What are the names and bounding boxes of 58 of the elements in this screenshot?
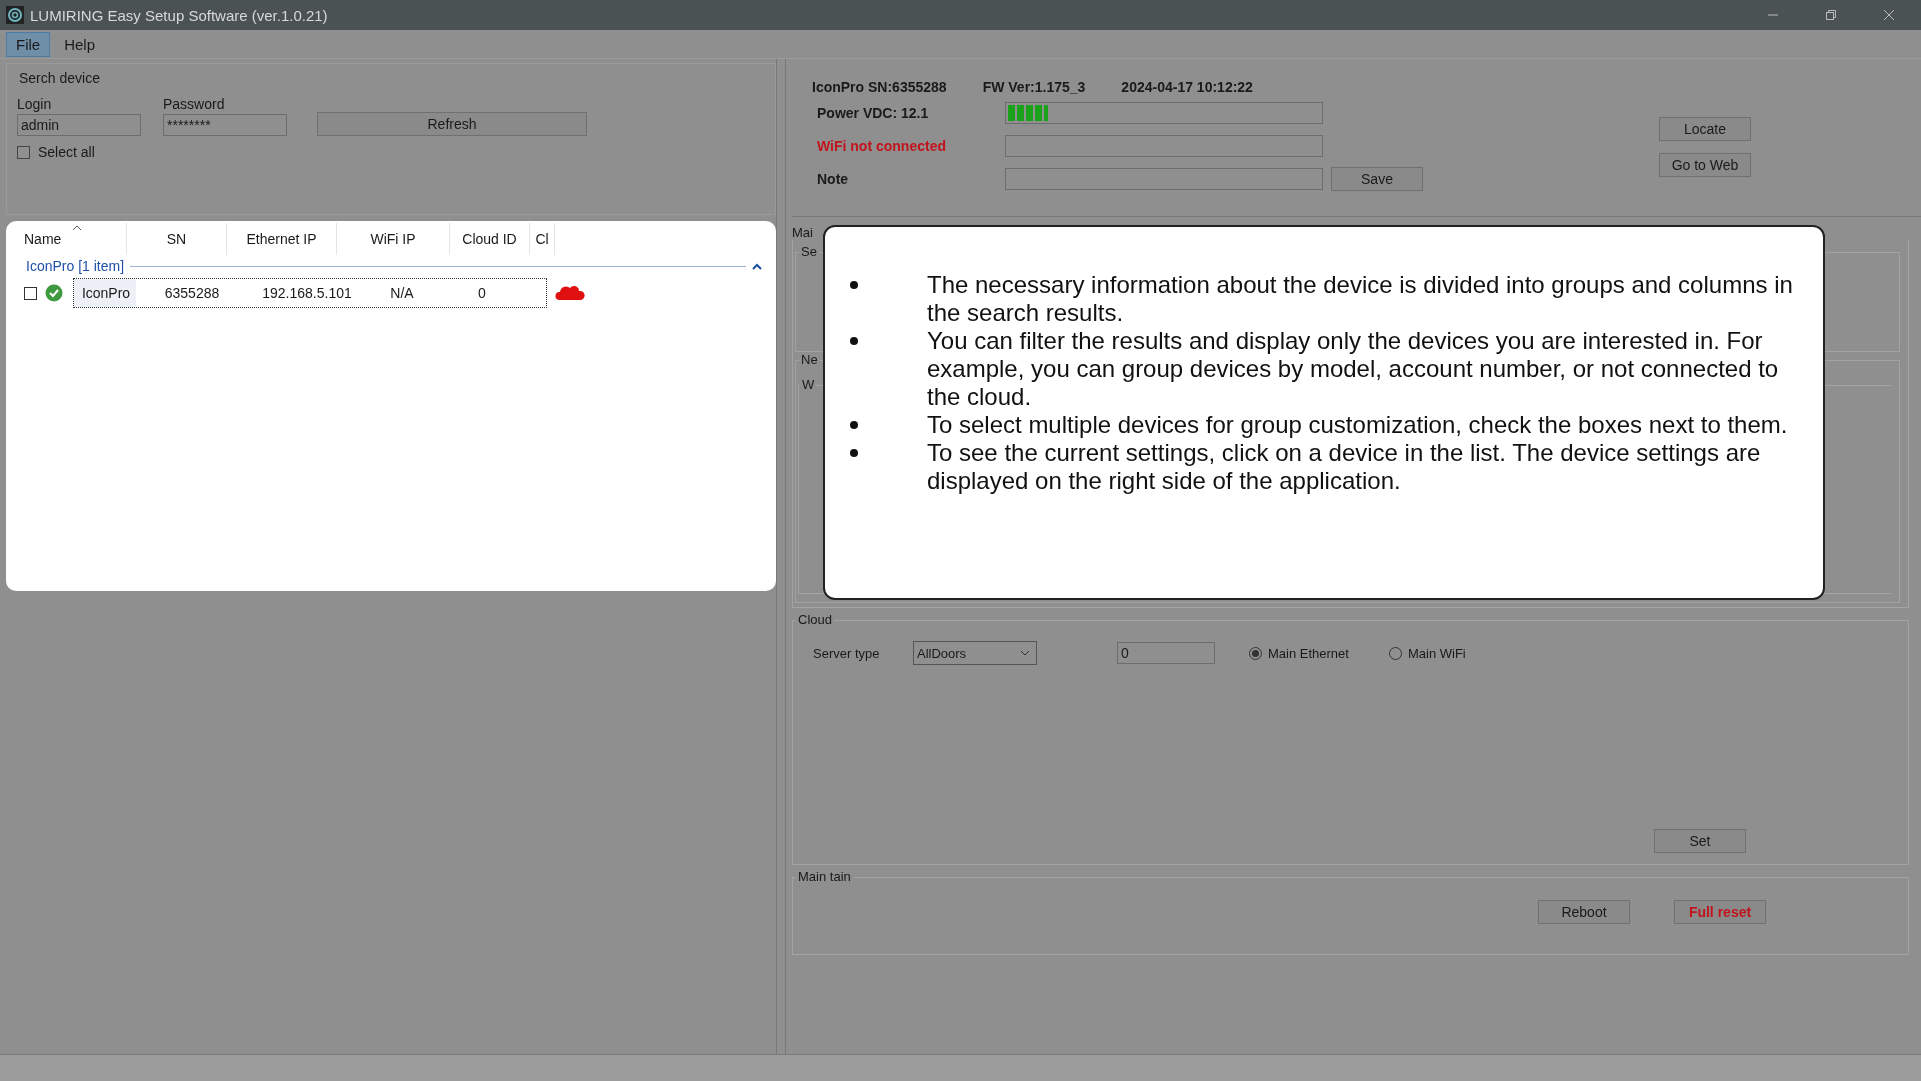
help-bullet: To select multiple devices for group customization, check the boxes next to them. bbox=[825, 411, 1797, 439]
note-field[interactable] bbox=[1005, 167, 1323, 190]
datetime-label: 2024-04-17 10:12:22 bbox=[1121, 79, 1253, 95]
radio-option[interactable]: Main WiFi bbox=[1388, 645, 1466, 661]
cloud-id-field[interactable]: 0 bbox=[1117, 642, 1215, 664]
save-button[interactable]: Save bbox=[1331, 166, 1423, 191]
table-cell-text: N/A bbox=[389, 285, 415, 301]
wifi-field[interactable] bbox=[1005, 134, 1323, 157]
checkbox[interactable] bbox=[17, 145, 30, 159]
row-checkbox[interactable] bbox=[24, 286, 37, 300]
set-button[interactable]: Set bbox=[1654, 829, 1746, 853]
table-cell-text: 0 bbox=[477, 285, 487, 301]
column-header[interactable]: WiFi IP bbox=[337, 223, 450, 255]
restore-icon[interactable] bbox=[1825, 9, 1837, 21]
group-title: Serch device bbox=[17, 70, 102, 86]
refresh-button[interactable]: Refresh bbox=[317, 112, 587, 136]
login-label: Login bbox=[17, 96, 53, 112]
group-header[interactable]: IconPro [1 item] bbox=[26, 258, 125, 274]
go-to-web-button[interactable]: Go to Web bbox=[1659, 153, 1751, 177]
table-cell-text: 6355288 bbox=[163, 285, 221, 301]
select-all-label: Select all bbox=[38, 144, 95, 160]
reboot-button[interactable]: Reboot bbox=[1538, 900, 1630, 924]
group-title: Main tain bbox=[796, 869, 853, 884]
server-type-label: Server type bbox=[813, 645, 881, 661]
tab-label[interactable]: Mai bbox=[792, 225, 814, 240]
login-field[interactable]: admin bbox=[17, 114, 141, 136]
menu-item[interactable]: Help bbox=[54, 31, 106, 57]
group-title: Ne bbox=[799, 352, 820, 367]
column-header[interactable]: Cloud ID bbox=[450, 223, 530, 255]
firmware-version-label: FW Ver:1.175_3 bbox=[982, 79, 1086, 95]
power-label: Power VDC: 12.1 bbox=[816, 104, 930, 121]
column-header[interactable]: Cl bbox=[530, 223, 555, 255]
password-field[interactable]: ******** bbox=[163, 114, 287, 136]
group-title: Cloud bbox=[796, 612, 834, 627]
help-bullet: To see the current settings, click on a device in the list. The device settings are displayed on the right side of the application. bbox=[825, 439, 1797, 495]
password-label: Password bbox=[163, 96, 226, 112]
column-header[interactable]: SN bbox=[127, 223, 227, 255]
chevron-down-icon bbox=[1020, 650, 1030, 656]
sort-caret-icon bbox=[72, 225, 82, 231]
help-bullet: The necessary information about the device is divided into groups and columns in the search results. bbox=[825, 271, 1797, 327]
help-bullet: You can filter the results and display only the devices you are interested in. For example, you can group devices by model, account number, or not connected to the cloud. bbox=[825, 327, 1797, 411]
radio-option[interactable]: Main Ethernet bbox=[1249, 645, 1349, 661]
close-icon[interactable] bbox=[1883, 9, 1895, 21]
wifi-status-label: WiFi not connected bbox=[816, 137, 947, 154]
menu-item[interactable]: File bbox=[6, 31, 51, 57]
app-logo-icon bbox=[6, 6, 24, 24]
table-cell-text: 192.168.5.101 bbox=[261, 285, 353, 301]
window-title: LUMIRING Easy Setup Software (ver.1.0.21) bbox=[30, 6, 328, 24]
collapse-icon[interactable] bbox=[752, 262, 762, 270]
group-title: W bbox=[800, 377, 817, 392]
device-serial-label: IconPro SN:6355288 bbox=[812, 79, 947, 95]
server-type-dropdown[interactable]: AllDoors bbox=[913, 641, 1037, 665]
note-label: Note bbox=[816, 170, 850, 187]
locate-button[interactable]: Locate bbox=[1659, 117, 1751, 141]
column-header[interactable]: Ethernet IP bbox=[227, 223, 337, 255]
column-header[interactable]: Name bbox=[12, 223, 127, 255]
table-cell: IconPro bbox=[74, 279, 136, 307]
group-title: Se bbox=[799, 244, 819, 259]
